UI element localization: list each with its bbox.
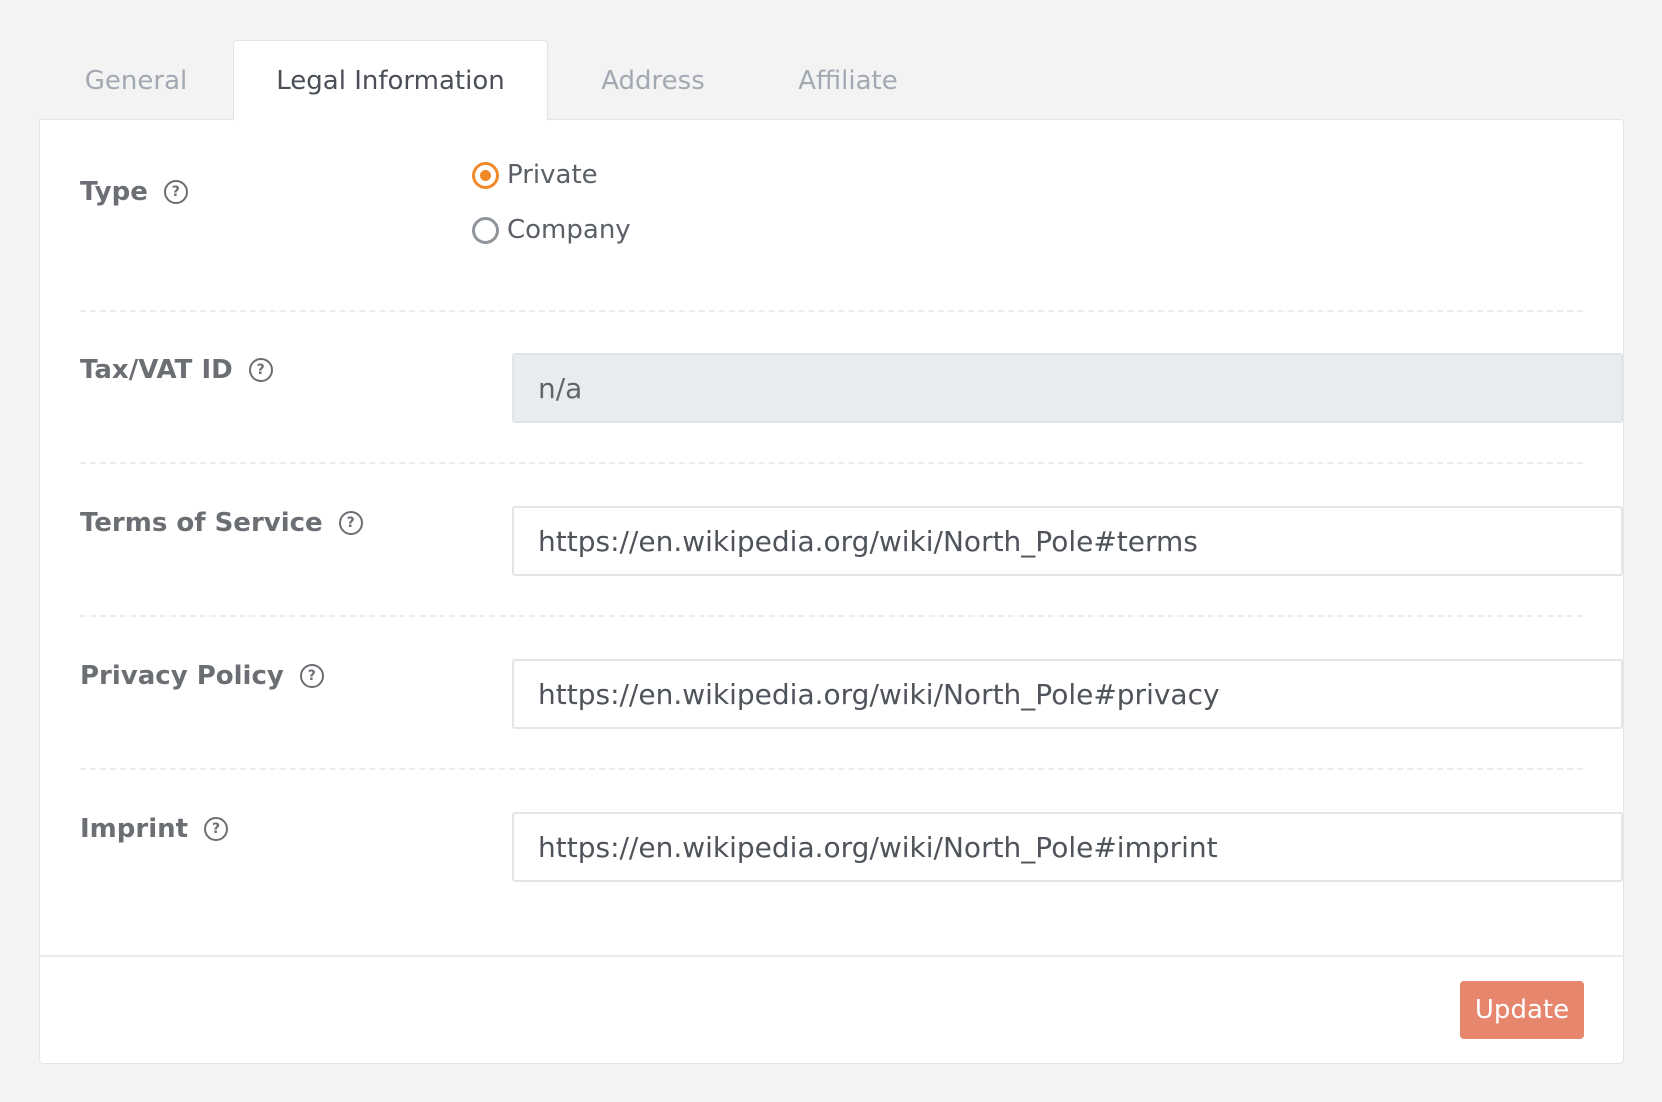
tax-vat-id-label-row: Tax/VAT ID ? (80, 350, 273, 390)
divider (80, 615, 1583, 617)
question-circle-icon[interactable]: ? (338, 511, 363, 535)
divider (80, 310, 1583, 312)
imprint-label: Imprint (80, 814, 189, 844)
terms-of-service-label: Terms of Service (80, 508, 323, 538)
terms-of-service-input[interactable] (512, 506, 1623, 576)
type-radio-group: Private Company (472, 155, 631, 265)
terms-of-service-label-row: Terms of Service ? (80, 503, 363, 543)
tab-affiliate[interactable]: Affiliate (758, 40, 938, 120)
tab-bar: General Legal Information Address Affili… (39, 40, 938, 121)
question-circle-icon[interactable]: ? (248, 358, 273, 382)
tax-vat-id-input[interactable] (512, 353, 1623, 423)
tax-vat-id-label: Tax/VAT ID (80, 355, 233, 385)
privacy-policy-label-row: Privacy Policy ? (80, 656, 324, 696)
radio-checked-icon[interactable] (472, 161, 499, 189)
privacy-policy-input[interactable] (512, 659, 1623, 729)
radio-option-private[interactable]: Private (472, 155, 631, 195)
question-circle-icon[interactable]: ? (163, 180, 188, 204)
legal-information-panel: Type ? Private Company Tax/VAT ID ? Term… (39, 119, 1624, 1064)
tab-legal-information[interactable]: Legal Information (233, 40, 548, 121)
imprint-label-row: Imprint ? (80, 809, 229, 849)
update-button[interactable]: Update (1460, 981, 1584, 1039)
divider (80, 462, 1583, 464)
panel-footer: Update (40, 955, 1623, 1063)
radio-option-company[interactable]: Company (472, 210, 631, 250)
radio-label-private: Private (507, 160, 598, 190)
divider (80, 768, 1583, 770)
tab-general[interactable]: General (39, 40, 233, 120)
radio-unchecked-icon[interactable] (472, 216, 499, 244)
question-circle-icon[interactable]: ? (204, 817, 229, 841)
imprint-input[interactable] (512, 812, 1623, 882)
question-circle-icon[interactable]: ? (299, 664, 324, 688)
radio-label-company: Company (507, 215, 631, 245)
type-label-row: Type ? (80, 172, 188, 212)
tab-address[interactable]: Address (548, 40, 758, 120)
privacy-policy-label: Privacy Policy (80, 661, 284, 691)
type-label: Type (80, 177, 148, 207)
